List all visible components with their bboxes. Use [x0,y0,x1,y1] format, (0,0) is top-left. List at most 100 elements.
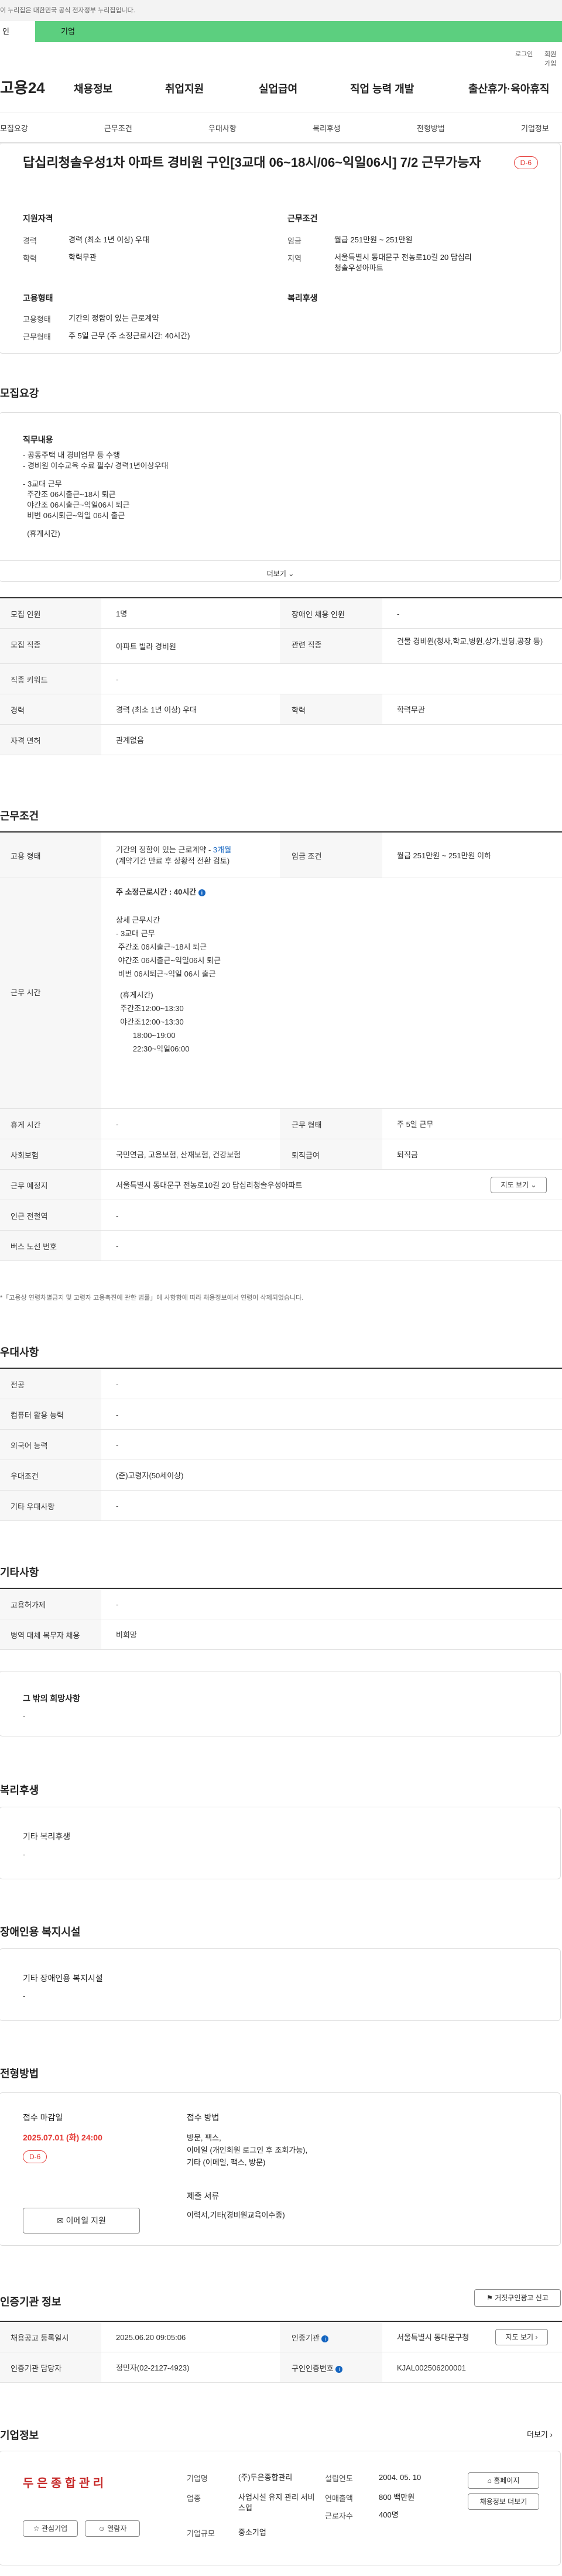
viewer-button[interactable]: ☺ 열람자 [85,2520,140,2537]
th-severance: 퇴직급여 [280,1139,382,1169]
table-row: 고용 형태 기간의 정함이 있는 근로계약 - 3개월 (계약기간 만료 후 상황… [0,833,562,878]
td-job-category: 아파트 빌라 경비원 [116,642,176,651]
docs-value: 이력서,기타(경비원교육이수증) [187,2211,285,2219]
viewer-label: 열람자 [107,2524,127,2533]
chevron-down-icon: ⌄ [530,1181,537,1189]
education-value: 학력무관 [68,253,97,262]
emp-type-text: 기간의 정함이 있는 근로계약 - [116,845,213,854]
text-line: 18:00~19:00 [116,1031,176,1040]
text-line: 상세 근무시간 [116,916,160,924]
td-disabled-headcount: - [397,609,400,618]
interest-company-button[interactable]: ☆ 관심기업 [23,2520,78,2537]
td-cert-no: KJAL002506200001 [397,2363,466,2372]
text-line [116,981,221,988]
agency-map-button[interactable]: 지도 보기 › [495,2329,548,2345]
th-job-category: 모집 직종 [0,629,101,663]
gnb-menu-unemployment[interactable]: 실업급여 [259,81,297,96]
welfare-value: - [23,1850,26,1859]
sales-label: 연매출액 [325,2494,353,2503]
th-emp-type: 고용 형태 [0,833,101,878]
qualification-heading: 지원자격 [23,214,53,223]
info-icon[interactable]: i [321,2335,329,2342]
tab-process[interactable]: 전형방법 [417,122,445,133]
th-subway: 인근 전철역 [0,1200,101,1230]
td-subway: - [116,1211,119,1220]
email-apply-button[interactable]: ✉ 이메일 지원 [23,2208,140,2234]
company-more-link[interactable]: 더보기 › [527,2428,553,2440]
pref-value: (준)고령자(50세이상) [116,1471,184,1480]
th-headcount: 모집 인원 [0,598,101,628]
section-tabs: 모집요강 근무조건 우대사항 복리후생 전형방법 기업정보 [0,112,562,143]
tab-company[interactable]: 기업정보 [521,122,549,133]
login-link[interactable]: 로그인 [515,49,533,59]
employment-type-label: 고용형태 [23,315,51,324]
info-icon[interactable]: i [335,2365,343,2373]
tab-recruit[interactable]: 모집요강 [0,122,28,133]
th-bus: 버스 노선 번호 [0,1231,101,1260]
area-value: 서울특별시 동대문구 전농로10길 20 답십리청솔우성아파트 [334,253,472,272]
workplace-map-button[interactable]: 지도 보기 ⌄ [491,1177,547,1193]
gnb-menu-jobs[interactable]: 채용정보 [74,81,112,96]
company-jobs-button[interactable]: 채용정보 더보기 [468,2493,539,2510]
td-emp-type: 기간의 정함이 있는 근로계약 - 3개월 (계약기간 만료 후 상황적 전환 검… [116,844,231,866]
agency-table: 채용공고 등록일시 2025.06.20 09:05:06 인증기관 i 서울특… [0,2321,562,2383]
conditions-section-title: 근무조건 [0,810,39,822]
table-row: 근무 시간 주 소정근로시간 : 40시간 i 상세 근무시간 - 3교대 근무 … [0,878,562,1109]
company-section-title: 기업정보 [0,2430,39,2441]
member-type-company[interactable]: 기업 [61,21,75,42]
other-wishes-title: 그 밖의 희망사항 [23,1694,80,1703]
text-line: 22:30~익일06:00 [116,1044,190,1053]
member-type-bar: 인 기업 [0,21,562,42]
sales-value: 800 백만원 [379,2493,415,2502]
agency-label-text: 인증기관 [292,2334,320,2342]
info-icon[interactable]: i [198,889,205,896]
td-workplace: 서울특별시 동대문구 전농로10길 20 답십리청솔우성아파트 [116,1181,303,1190]
text-line: - 3교대 근무 [116,929,155,938]
report-false-ad-button[interactable]: ⚑ 거짓구인광고 신고 [474,2289,561,2307]
chevron-down-icon: ⌄ [288,570,294,578]
chevron-right-icon: › [550,2430,553,2439]
method-label: 접수 방법 [187,2113,220,2122]
contract-period-link[interactable]: 3개월 [213,845,231,854]
td-work-time-head: 주 소정근로시간 : 40시간 i [116,886,205,898]
duty-more-button[interactable]: 더보기 ⌄ [0,568,561,578]
td-wage: 월급 251만원 ~ 251만원 이하 [397,851,492,860]
agency-section-title: 인증기관 정보 [0,2296,61,2308]
deadline-dday-badge: D-6 [23,2150,47,2163]
table-row: 인증기관 담당자 정민자(02-2127-4923) 구인인증번호 i KJAL… [0,2352,562,2383]
pref-value: - [116,1502,119,1510]
welfare-box: 기타 복리후생 - [0,1807,561,1879]
career-value: 경력 (최소 1년 이상) 우대 [68,235,149,244]
th-insurance: 사회보험 [0,1139,101,1169]
member-type-personal[interactable]: 인 [0,21,35,42]
td-license: 관계없음 [116,736,144,745]
gnb-menu-training[interactable]: 직업 능력 개발 [350,81,414,96]
homepage-button[interactable]: ⌂ 홈페이지 [468,2472,539,2489]
pref-value: - [116,1441,119,1450]
welfare-heading: 복리후생 [287,293,318,303]
email-apply-label: 이메일 지원 [66,2216,106,2225]
home-icon: ⌂ [487,2476,492,2485]
text-line [23,521,169,529]
text-line: - 공동주택 내 경비업무 등 수행 [23,451,120,460]
company-logo: 두 은 종 합 관 리 [23,2477,104,2490]
gnb-menu-parental-leave[interactable]: 출산휴가·육아휴직 [468,81,549,96]
company-card: 두 은 종 합 관 리 ☆ 관심기업 ☺ 열람자 기업명 (주)두은종합관리 업… [0,2451,561,2565]
site-logo[interactable]: 고용24 [0,76,45,98]
tab-preferences[interactable]: 우대사항 [208,122,237,133]
welfare-title: 기타 복리후생 [23,1832,71,1841]
td-rest: - [116,1120,119,1129]
td-reg-date: 2025.06.20 09:05:06 [116,2333,186,2342]
welfare-section-title: 복리후생 [0,1784,39,1796]
homepage-label: 홈페이지 [494,2476,520,2485]
etc-table: 고용허가제 - 병역 대체 복무자 채용 비희망 [0,1588,562,1650]
gnb-menu-employment-support[interactable]: 취업지원 [165,81,204,96]
work-condition-heading: 근무조건 [287,214,318,223]
tab-welfare[interactable]: 복리후생 [313,122,341,133]
chevron-right-icon: › [535,2333,538,2341]
etc-value: - [116,1600,119,1609]
tab-conditions[interactable]: 근무조건 [104,122,132,133]
td-manager: 정민자(02-2127-4923) [116,2363,190,2372]
etc-label: 병역 대체 복무자 채용 [0,1619,101,1649]
interest-label: 관심기업 [41,2524,68,2533]
